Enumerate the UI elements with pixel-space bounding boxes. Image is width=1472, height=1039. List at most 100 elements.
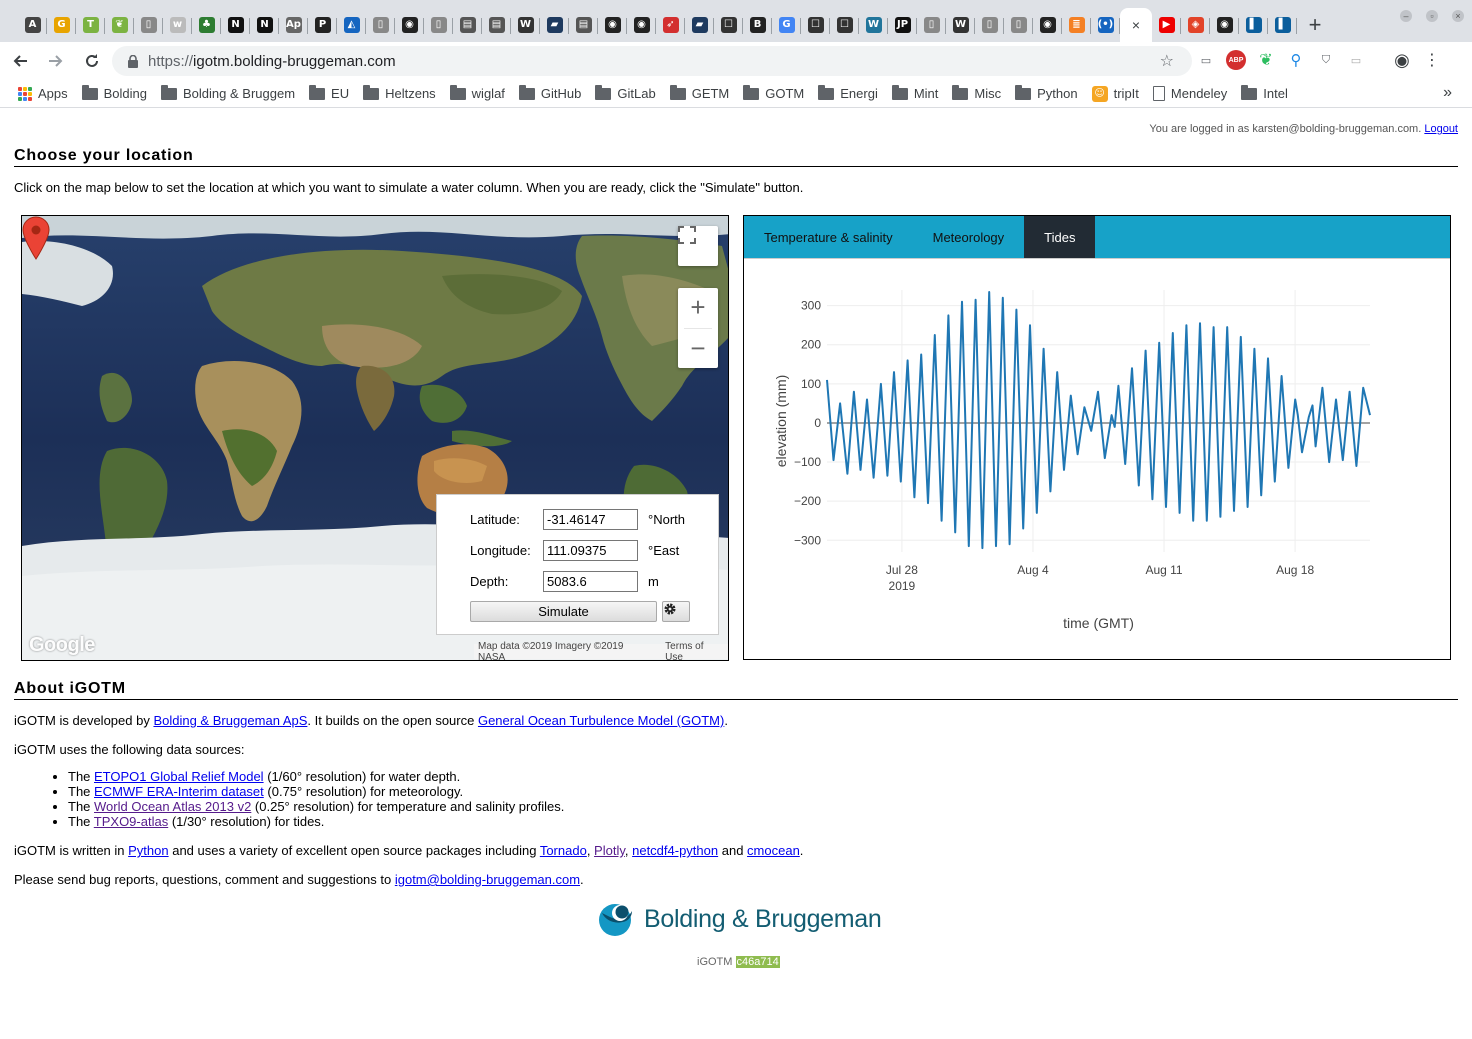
bookmark-bolding[interactable]: Bolding bbox=[81, 84, 147, 101]
maximize-icon[interactable]: ▫ bbox=[1426, 10, 1438, 22]
data-source-link[interactable]: World Ocean Atlas 2013 v2 bbox=[94, 799, 251, 814]
browser-tab-15[interactable]: ▤ bbox=[453, 8, 482, 42]
browser-tab-17[interactable]: W bbox=[511, 8, 540, 42]
browser-tab-18[interactable]: ▰ bbox=[540, 8, 569, 42]
browser-tab-2[interactable]: T bbox=[76, 8, 105, 42]
cmocean-link[interactable]: cmocean bbox=[747, 843, 800, 858]
bookmark-github[interactable]: GitHub bbox=[518, 84, 581, 101]
depth-input[interactable] bbox=[543, 571, 638, 592]
settings-button[interactable] bbox=[662, 601, 690, 622]
company-logo[interactable]: Bolding & Bruggeman bbox=[596, 901, 882, 937]
zoom-out-button[interactable]: − bbox=[678, 328, 718, 368]
browser-tab-22[interactable]: ➶ bbox=[656, 8, 685, 42]
badge-extension-icon[interactable]: ⚲ bbox=[1286, 50, 1306, 70]
evernote-icon[interactable]: ❦ bbox=[1256, 50, 1276, 70]
map[interactable]: + − Latitude: °North Longitude: °East De… bbox=[21, 215, 729, 661]
browser-tab-11[interactable]: ◭ bbox=[337, 8, 366, 42]
bookmark-bolding-bruggem[interactable]: Bolding & Bruggem bbox=[161, 84, 295, 101]
gotm-link[interactable]: General Ocean Turbulence Model (GOTM) bbox=[478, 713, 724, 728]
bookmark-python[interactable]: Python bbox=[1015, 84, 1078, 101]
bookmark-gitlab[interactable]: GitLab bbox=[595, 84, 656, 101]
adblock-icon[interactable]: ABP bbox=[1226, 50, 1246, 70]
tornado-link[interactable]: Tornado bbox=[540, 843, 587, 858]
bookmark-energi[interactable]: Energi bbox=[818, 84, 878, 101]
browser-tab-8[interactable]: N bbox=[250, 8, 279, 42]
browser-tab-23[interactable]: ▰ bbox=[685, 8, 714, 42]
browser-tab-16[interactable]: ▤ bbox=[482, 8, 511, 42]
bookmark-gotm[interactable]: GOTM bbox=[743, 84, 804, 101]
browser-tab-9[interactable]: Ap bbox=[279, 8, 308, 42]
tides-series-line[interactable] bbox=[826, 291, 1371, 550]
browser-tab-1[interactable]: G bbox=[47, 8, 76, 42]
bookmark-mint[interactable]: Mint bbox=[891, 84, 938, 101]
python-link[interactable]: Python bbox=[128, 843, 168, 858]
location-marker-icon[interactable] bbox=[22, 216, 50, 260]
browser-tab-13[interactable]: ◉ bbox=[395, 8, 424, 42]
back-icon[interactable] bbox=[4, 45, 36, 77]
bookmark-heltzens[interactable]: Heltzens bbox=[363, 84, 436, 101]
close-window-icon[interactable]: × bbox=[1452, 10, 1464, 22]
bookmark-star-icon[interactable]: ☆ bbox=[1160, 51, 1174, 71]
browser-tab-24[interactable]: ☐ bbox=[714, 8, 743, 42]
data-source-link[interactable]: ETOPO1 Global Relief Model bbox=[94, 769, 264, 784]
bookmarks-overflow-icon[interactable]: » bbox=[1443, 84, 1452, 102]
browser-tab-35[interactable]: ◉ bbox=[1033, 8, 1062, 42]
panel-tab-tides[interactable]: Tides bbox=[1024, 216, 1096, 258]
fullscreen-button[interactable] bbox=[678, 226, 718, 266]
browser-tab-34[interactable]: ▯ bbox=[1004, 8, 1033, 42]
shield-extension-icon[interactable]: ⛉ bbox=[1316, 50, 1336, 70]
browser-tab-3[interactable]: ❦ bbox=[105, 8, 134, 42]
plotly-link[interactable]: Plotly bbox=[594, 843, 625, 858]
netcdf4-python-link[interactable]: netcdf4-python bbox=[632, 843, 718, 858]
terms-link[interactable]: Terms of Use bbox=[665, 641, 724, 661]
browser-tab-6[interactable]: ♣ bbox=[192, 8, 221, 42]
browser-tab-5[interactable]: w bbox=[163, 8, 192, 42]
folder-extension-icon[interactable]: ▭ bbox=[1346, 50, 1366, 70]
close-tab-icon[interactable]: × bbox=[1132, 17, 1140, 33]
panel-tab-temperature-salinity[interactable]: Temperature & salinity bbox=[744, 216, 913, 258]
browser-tab-36[interactable]: ≣ bbox=[1062, 8, 1091, 42]
browser-tab-after-0[interactable]: ▶ bbox=[1152, 8, 1181, 42]
browser-tab-after-1[interactable]: ◈ bbox=[1181, 8, 1210, 42]
forward-icon[interactable] bbox=[40, 45, 72, 77]
data-source-link[interactable]: ECMWF ERA-Interim dataset bbox=[94, 784, 264, 799]
bookmark-tripit[interactable]: ☺ tripIt bbox=[1091, 85, 1139, 102]
browser-tab-27[interactable]: ☐ bbox=[801, 8, 830, 42]
browser-tab-14[interactable]: ▯ bbox=[424, 8, 453, 42]
tides-chart[interactable]: −300 −200 −100 0 100 200 300 Jul 28 2019 Aug 4 Aug… bbox=[744, 260, 1450, 660]
data-source-link[interactable]: TPXO9-atlas bbox=[94, 814, 168, 829]
panel-tab-meteorology[interactable]: Meteorology bbox=[913, 216, 1025, 258]
latitude-input[interactable] bbox=[543, 509, 638, 530]
browser-tab-after-4[interactable]: ▌ bbox=[1268, 8, 1297, 42]
bookmark-apps[interactable]: Apps bbox=[18, 86, 68, 101]
profile-icon[interactable]: ◉ bbox=[1392, 50, 1412, 70]
browser-tab-19[interactable]: ▤ bbox=[569, 8, 598, 42]
bolding-bruggeman-link[interactable]: Bolding & Bruggeman ApS bbox=[153, 713, 307, 728]
email-link[interactable]: igotm@bolding-bruggeman.com bbox=[395, 872, 580, 887]
browser-tab-37[interactable]: (•) bbox=[1091, 8, 1120, 42]
browser-tab-30[interactable]: JP bbox=[888, 8, 917, 42]
bookmark-mendeley[interactable]: Mendeley bbox=[1152, 86, 1227, 101]
new-tab-button[interactable]: + bbox=[1297, 8, 1333, 42]
browser-tab-10[interactable]: P bbox=[308, 8, 337, 42]
browser-tab-after-2[interactable]: ◉ bbox=[1210, 8, 1239, 42]
browser-tab-33[interactable]: ▯ bbox=[975, 8, 1004, 42]
browser-tab-29[interactable]: W bbox=[859, 8, 888, 42]
bookmark-misc[interactable]: Misc bbox=[952, 84, 1001, 101]
tab-active[interactable]: × bbox=[1120, 8, 1152, 42]
browser-tab-32[interactable]: W bbox=[946, 8, 975, 42]
browser-tab-7[interactable]: N bbox=[221, 8, 250, 42]
browser-tab-0[interactable]: A bbox=[18, 8, 47, 42]
logout-link[interactable]: Logout bbox=[1424, 123, 1458, 135]
address-bar[interactable]: https://igotm.bolding-bruggeman.com ☆ bbox=[112, 46, 1192, 76]
browser-tab-20[interactable]: ◉ bbox=[598, 8, 627, 42]
browser-tab-12[interactable]: ▯ bbox=[366, 8, 395, 42]
browser-tab-26[interactable]: G bbox=[772, 8, 801, 42]
longitude-input[interactable] bbox=[543, 540, 638, 561]
bookmark-intel[interactable]: Intel bbox=[1241, 84, 1288, 101]
menu-dots-icon[interactable]: ⋮ bbox=[1422, 50, 1442, 70]
browser-tab-31[interactable]: ▯ bbox=[917, 8, 946, 42]
zoom-in-button[interactable]: + bbox=[678, 288, 718, 328]
bookmark-eu[interactable]: EU bbox=[309, 84, 349, 101]
bookmark-getm[interactable]: GETM bbox=[669, 84, 729, 101]
